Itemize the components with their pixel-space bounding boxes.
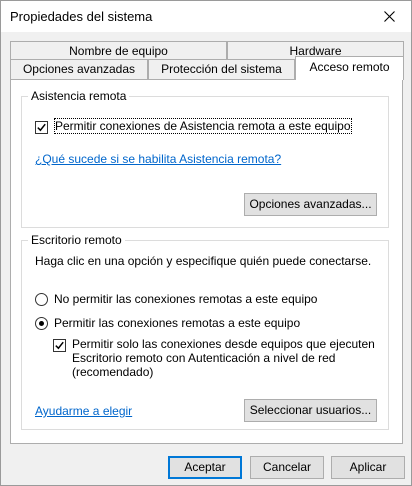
checkmark-icon: [55, 341, 64, 350]
nla-only-label[interactable]: Permitir solo las conexiones desde equip…: [72, 337, 375, 379]
close-icon: [383, 11, 395, 22]
remote-assistance-help-link[interactable]: ¿Qué sucede si se habilita Asistencia re…: [35, 152, 281, 166]
select-users-button[interactable]: Seleccionar usuarios...: [244, 399, 377, 422]
remote-tab-panel: Asistencia remota Permitir conexiones de…: [10, 79, 403, 444]
remote-desktop-legend: Escritorio remoto: [28, 233, 125, 247]
tab-remote-access[interactable]: Acceso remoto: [295, 56, 404, 80]
remote-desktop-instruction: Haga clic en una opción y especifique qu…: [35, 254, 372, 268]
tab-system-protection[interactable]: Protección del sistema: [148, 59, 295, 79]
allow-remote-assistance-checkbox[interactable]: [35, 121, 48, 134]
close-button[interactable]: [367, 1, 411, 32]
remote-assistance-group: Asistencia remota Permitir conexiones de…: [21, 89, 389, 228]
cancel-button[interactable]: Cancelar: [250, 456, 324, 479]
checkmark-icon: [37, 123, 46, 132]
allow-remote-assistance-label[interactable]: Permitir conexiones de Asistencia remota…: [54, 118, 352, 134]
allow-remote-connections-label[interactable]: Permitir las conexiones remotas a este e…: [54, 316, 300, 330]
remote-assistance-legend: Asistencia remota: [28, 89, 130, 103]
deny-remote-connections-radio[interactable]: [35, 293, 48, 306]
nla-only-checkbox[interactable]: [53, 339, 66, 352]
tab-computer-name[interactable]: Nombre de equipo: [10, 41, 227, 61]
tab-label: Protección del sistema: [161, 62, 282, 76]
advanced-options-button[interactable]: Opciones avanzadas...: [244, 193, 377, 216]
help-me-choose-link[interactable]: Ayudarme a elegir: [35, 404, 132, 418]
window-title: Propiedades del sistema: [10, 9, 153, 24]
allow-remote-connections-radio[interactable]: [35, 317, 48, 330]
nla-label-line: Escritorio remoto con Autenticación a ni…: [72, 351, 336, 365]
nla-label-line: Permitir solo las conexiones desde equip…: [72, 337, 375, 351]
nla-label-line: (recomendado): [72, 365, 154, 379]
title-bar[interactable]: Propiedades del sistema: [1, 1, 411, 32]
system-properties-window: Propiedades del sistema Nombre de equipo…: [0, 0, 412, 486]
tab-label: Nombre de equipo: [69, 44, 168, 58]
ok-button[interactable]: Aceptar: [168, 456, 242, 479]
tab-label: Acceso remoto: [309, 60, 390, 74]
radio-dot-icon: [39, 321, 44, 326]
remote-desktop-group: Escritorio remoto Haga clic en una opció…: [21, 233, 389, 430]
apply-button[interactable]: Aplicar: [331, 456, 405, 479]
deny-remote-connections-label[interactable]: No permitir las conexiones remotas a est…: [54, 292, 317, 306]
tab-label: Opciones avanzadas: [22, 62, 136, 76]
tab-advanced[interactable]: Opciones avanzadas: [10, 59, 148, 79]
